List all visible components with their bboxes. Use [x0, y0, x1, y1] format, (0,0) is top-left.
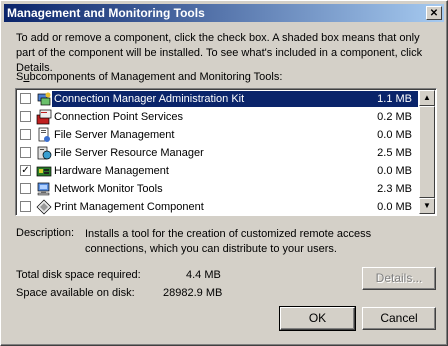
- component-name: Connection Manager Administration Kit: [54, 93, 245, 105]
- vertical-scrollbar[interactable]: ▲ ▼: [419, 90, 435, 214]
- print-management-icon: [36, 199, 52, 215]
- component-size: 0.0 MB: [377, 165, 412, 177]
- disk-required-value: 4.4 MB: [186, 269, 221, 281]
- checkbox[interactable]: [20, 93, 31, 104]
- scroll-up-arrow-icon[interactable]: ▲: [419, 90, 435, 106]
- connection-point-icon: [36, 109, 52, 125]
- list-item[interactable]: Print Management Component 0.0 MB: [18, 198, 418, 215]
- component-size: 0.0 MB: [377, 201, 412, 213]
- component-name: File Server Management: [54, 129, 175, 141]
- window-title: Management and Monitoring Tools: [7, 6, 205, 20]
- component-name: Connection Point Services: [54, 111, 184, 123]
- component-size: 0.2 MB: [377, 111, 412, 123]
- checkbox[interactable]: [20, 129, 31, 140]
- title-bar: Management and Monitoring Tools ✕: [4, 4, 444, 22]
- list-item[interactable]: Network Monitor Tools 2.3 MB: [18, 180, 418, 198]
- checkbox[interactable]: [20, 201, 31, 212]
- component-size: 2.5 MB: [377, 147, 412, 159]
- disk-available-value: 28982.9 MB: [163, 287, 223, 299]
- dialog-window: Management and Monitoring Tools ✕ To add…: [0, 0, 448, 346]
- instructions-text: To add or remove a component, click the …: [16, 32, 423, 74]
- ok-button[interactable]: OK: [279, 306, 356, 331]
- network-monitor-icon: [36, 181, 52, 197]
- checkbox[interactable]: [20, 183, 31, 194]
- list-item[interactable]: Connection Point Services 0.2 MB: [18, 108, 418, 126]
- component-size: 1.1 MB: [377, 93, 412, 105]
- component-name: Print Management Component: [54, 201, 204, 213]
- list-label: Subcomponents of Management and Monitori…: [16, 71, 282, 83]
- component-size: 0.0 MB: [377, 129, 412, 141]
- list-item[interactable]: Connection Manager Administration Kit 1.1…: [18, 90, 418, 108]
- description-text: Installs a tool for the creation of cust…: [85, 228, 372, 255]
- component-name: Network Monitor Tools: [54, 183, 163, 195]
- scrollbar-thumb[interactable]: [419, 106, 435, 198]
- description-label: Description:: [16, 227, 75, 239]
- hardware-icon: [36, 163, 52, 179]
- disk-available-label: Space available on disk:: [16, 287, 135, 299]
- list-item[interactable]: ✓ Hardware Management 0.0 MB: [18, 162, 418, 180]
- file-server-icon: [36, 127, 52, 143]
- list-item[interactable]: File Server Management 0.0 MB: [18, 126, 418, 144]
- list-label-rest: bcomponents of Management and Monitoring…: [29, 71, 283, 83]
- list-item[interactable]: File Server Resource Manager 2.5 MB: [18, 144, 418, 162]
- component-name: File Server Resource Manager: [54, 147, 204, 159]
- cancel-button[interactable]: Cancel: [362, 307, 436, 330]
- checkbox[interactable]: [20, 111, 31, 122]
- components-listbox[interactable]: Connection Manager Administration Kit 1.1…: [15, 88, 437, 216]
- disk-required-label: Total disk space required:: [16, 269, 141, 281]
- scroll-down-arrow-icon[interactable]: ▼: [419, 198, 435, 214]
- checkbox[interactable]: [20, 147, 31, 158]
- details-button[interactable]: Details...: [362, 267, 436, 290]
- checkbox-checked[interactable]: ✓: [20, 165, 31, 176]
- resource-manager-icon: [36, 145, 52, 161]
- connection-manager-icon: [36, 91, 52, 107]
- component-size: 2.3 MB: [377, 183, 412, 195]
- close-button[interactable]: ✕: [426, 6, 442, 20]
- component-name: Hardware Management: [54, 165, 169, 177]
